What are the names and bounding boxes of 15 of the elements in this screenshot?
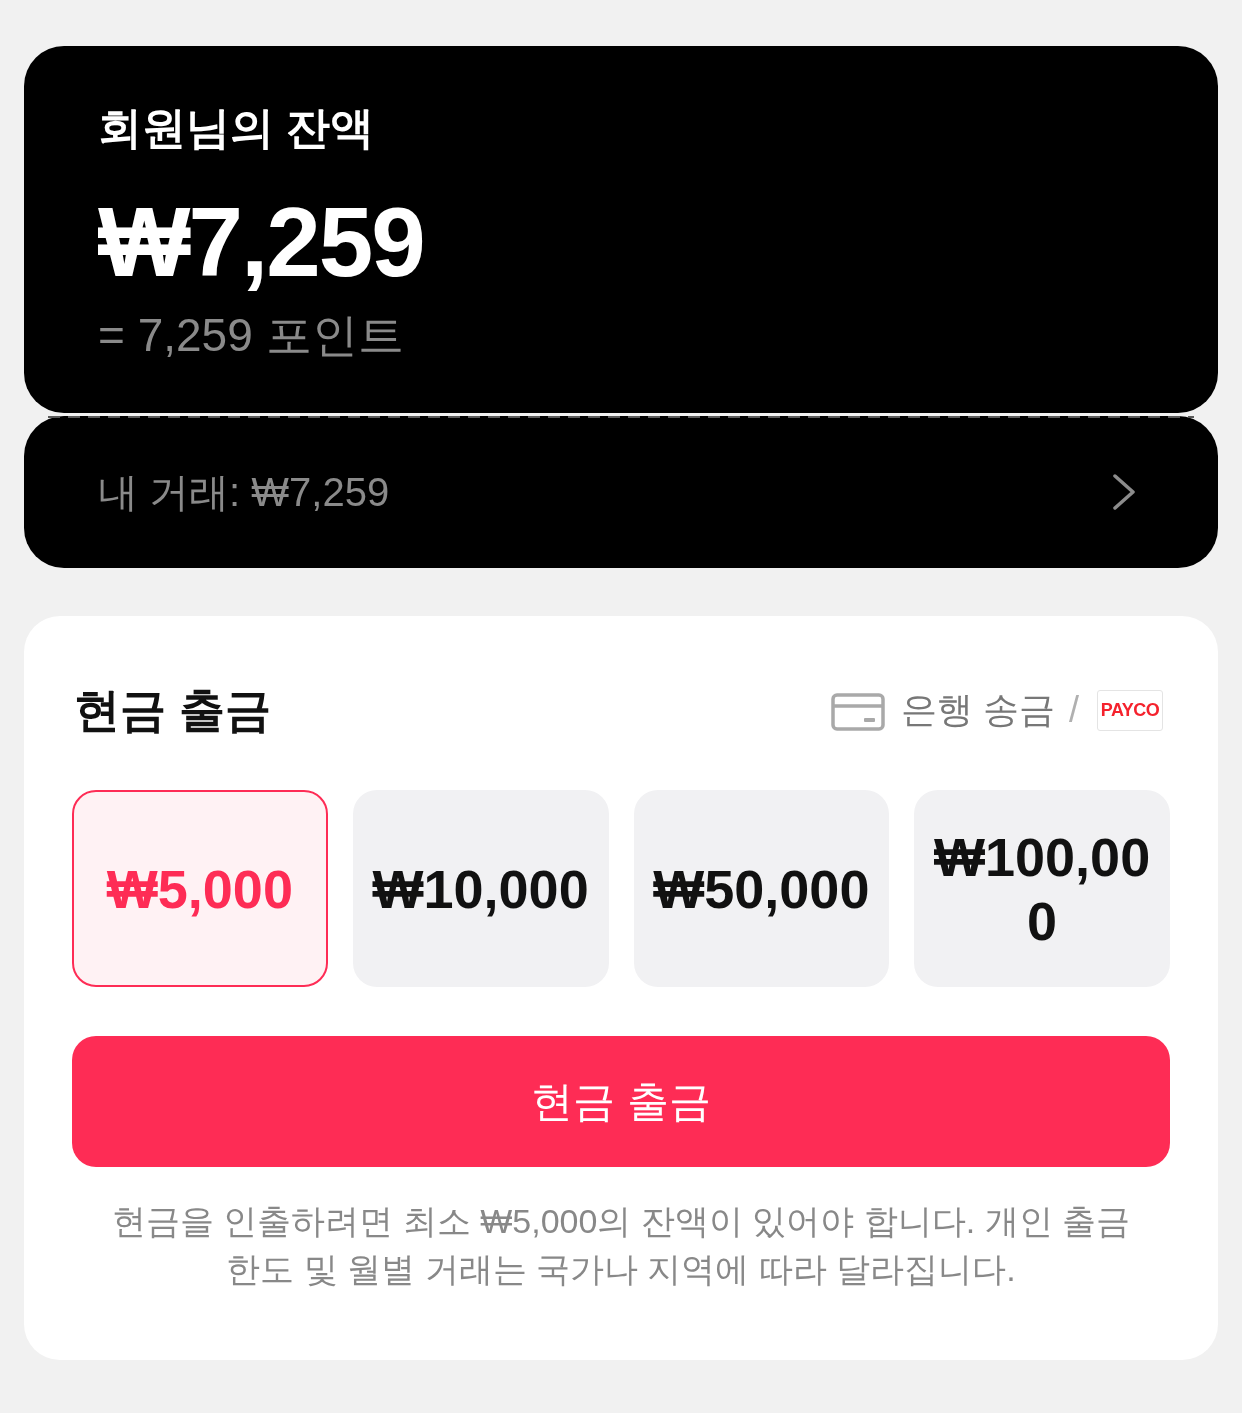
transactions-link[interactable]: 내 거래: ₩7,259 [24,416,1218,568]
balance-amount: ₩7,259 [98,188,424,296]
bank-transfer-label: 은행 송금 [900,687,1055,732]
chevron-icon [1112,474,1136,510]
withdraw-button[interactable]: 현금 출금 [72,1036,1170,1167]
points-equivalent: = 7,259 포인트 [98,308,404,362]
separator-slash: / [1069,689,1079,731]
card-title: 회원님의 잔액 [98,102,375,154]
section-title: 현금 출금 [73,683,271,738]
amount-option[interactable]: ₩50,000 [633,790,890,987]
payment-logo: PAYCO [1097,689,1163,731]
amount-option[interactable]: ₩100,000 [914,790,1170,987]
withdraw-note: 현금을 인출하려면 최소 ₩5,000의 잔액이 있어야 합니다. 개인 출금 한도 및 월별 거래는 국가나 지역에 따라 달라집니다. [110,1201,1132,1290]
card-icon [830,693,885,731]
amount-option[interactable]: ₩10,000 [352,790,609,987]
